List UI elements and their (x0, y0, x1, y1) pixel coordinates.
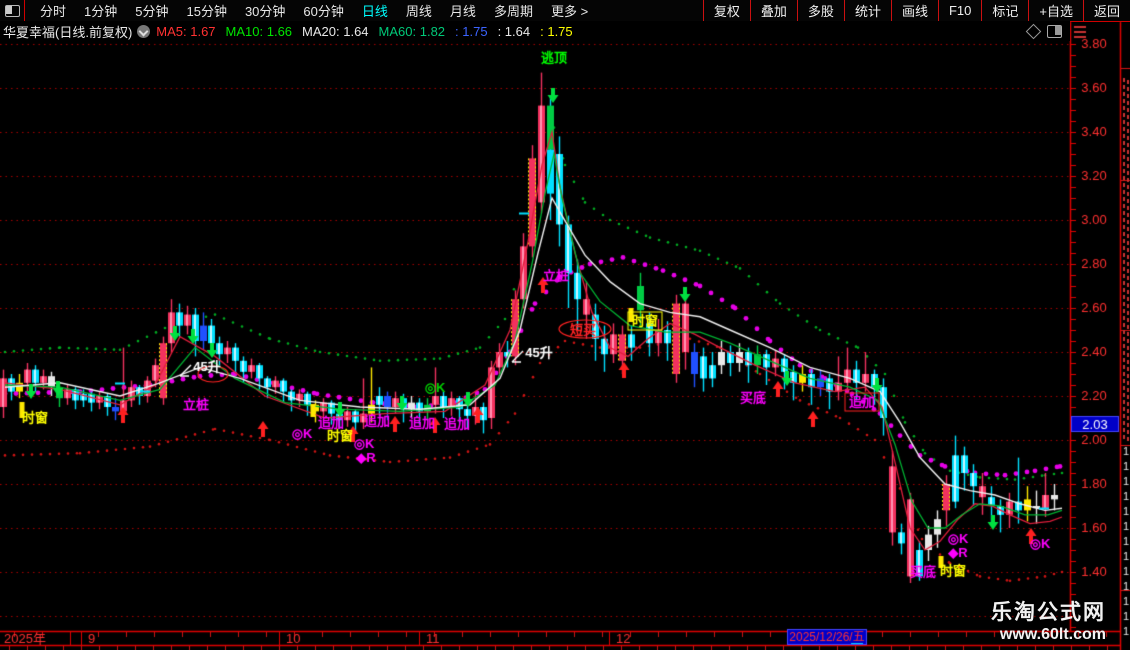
ma-values: MA5: 1.67 MA10: 1.66 MA20: 1.64 MA60: 1.82:… (156, 24, 582, 39)
tab-5min[interactable]: 5分钟 (126, 1, 177, 20)
watermark-site-url: www.60lt.com (999, 626, 1106, 643)
tab-more[interactable]: 更多 > (542, 1, 597, 20)
chart-title-bar: 华夏幸福(日线.前复权) MA5: 1.67 MA10: 1.66 MA20: 1.… (0, 21, 1070, 41)
btn-overlay[interactable]: 叠加 (749, 0, 797, 21)
btn-mark[interactable]: 标记 (981, 0, 1028, 21)
stock-title: 华夏幸福(日线.前复权) (3, 24, 133, 40)
btn-f10[interactable]: F10 (937, 0, 981, 21)
tab-multi-period[interactable]: 多周期 (485, 1, 542, 20)
toolbar-buttons: 复权 叠加 多股 统计 画线 F10 标记 +自选 返回 (702, 0, 1130, 21)
diamond-marker-icon[interactable] (1025, 23, 1042, 39)
ma-value: : 1.64 (497, 23, 531, 39)
tab-monthly[interactable]: 月线 (441, 1, 485, 20)
ma-value: : 1.75 (540, 23, 573, 39)
tab-15min[interactable]: 15分钟 (177, 1, 235, 20)
ma-value: MA5: 1.67 (156, 23, 216, 39)
ma-value: MA60: 1.82 (378, 23, 446, 39)
tab-timeshare[interactable]: 分时 (31, 1, 75, 20)
btn-add-watchlist[interactable]: +自选 (1028, 0, 1083, 21)
btn-draw[interactable]: 画线 (890, 0, 938, 21)
app-window: 分时 1分钟 5分钟 15分钟 30分钟 60分钟 日线 周线 月线 多周期 更多 > 复权 叠加 多股… (0, 0, 1130, 650)
ma-value: MA20: 1.64 (302, 23, 369, 39)
btn-back[interactable]: 返回 (1082, 0, 1130, 21)
btn-fuquan[interactable]: 复权 (702, 0, 750, 21)
ma-value: MA10: 1.66 (225, 23, 293, 39)
tab-1min[interactable]: 1分钟 (75, 1, 126, 20)
split-pane-icon[interactable] (1047, 24, 1062, 38)
btn-multi-stock[interactable]: 多股 (796, 0, 844, 21)
tab-30min[interactable]: 30分钟 (236, 1, 294, 20)
watermark-site-name: 乐淘公式网 (991, 601, 1106, 624)
tab-60min[interactable]: 60分钟 (294, 1, 352, 20)
period-tabs: 分时 1分钟 5分钟 15分钟 30分钟 60分钟 日线 周线 月线 多周期 更多 > (31, 1, 703, 20)
tab-daily[interactable]: 日线 (353, 1, 397, 20)
menu-bar: 分时 1分钟 5分钟 15分钟 30分钟 60分钟 日线 周线 月线 多周期 更多 > 复权 叠加 多股… (0, 0, 1130, 22)
chevron-down-icon[interactable] (137, 24, 151, 38)
window-restore-icon[interactable] (0, 0, 25, 21)
watermark: 乐淘公式网 www.60lt.com (991, 601, 1106, 645)
main-chart-canvas[interactable] (0, 0, 1130, 650)
tab-weekly[interactable]: 周线 (397, 1, 441, 20)
btn-stats[interactable]: 统计 (843, 0, 891, 21)
ma-value: : 1.75 (455, 23, 488, 39)
